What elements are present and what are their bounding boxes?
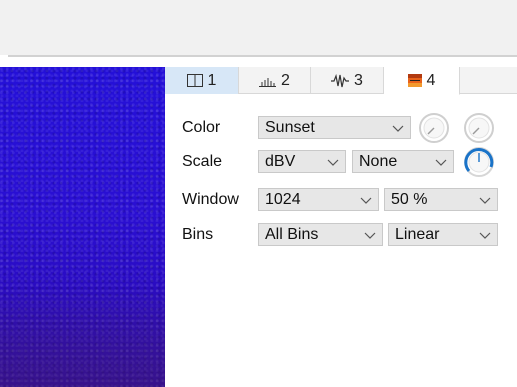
chevron-down-icon — [327, 159, 339, 166]
settings-panel: 1 2 3 4 Color Sunset Scale dBV None Wind… — [165, 67, 517, 387]
chevron-down-icon — [360, 197, 372, 204]
chevron-down-icon — [392, 125, 404, 132]
top-toolbar-area — [0, 0, 517, 55]
window-label: Window — [182, 191, 239, 208]
bins-select[interactable]: All Bins — [258, 223, 383, 246]
scale-extra-select-value: None — [359, 153, 398, 170]
spectrogram-icon — [407, 74, 422, 87]
scale-select[interactable]: dBV — [258, 150, 346, 173]
tab-1-label: 1 — [207, 71, 217, 89]
spectrogram-view[interactable] — [0, 67, 165, 387]
tab-strip: 1 2 3 4 — [165, 67, 517, 95]
color-label: Color — [182, 119, 221, 136]
chevron-down-icon — [479, 232, 491, 239]
bins-mode-select-value: Linear — [395, 226, 440, 243]
tab-3[interactable]: 3 — [311, 67, 384, 94]
toolbar-divider — [8, 55, 517, 57]
waveform-icon — [331, 73, 350, 87]
tab-3-label: 3 — [354, 71, 363, 89]
panel-split-icon — [186, 74, 203, 87]
chevron-down-icon — [364, 232, 376, 239]
chevron-down-icon — [479, 197, 491, 204]
color-select-value: Sunset — [265, 119, 315, 136]
bins-mode-select[interactable]: Linear — [388, 223, 498, 246]
tab-2-label: 2 — [281, 71, 290, 89]
color-range-knob[interactable] — [417, 111, 451, 145]
tab-4-label: 4 — [426, 71, 436, 89]
scale-select-value: dBV — [265, 153, 296, 170]
window-select-value: 1024 — [265, 191, 301, 208]
bar-spectrum-icon — [259, 78, 277, 87]
color-select[interactable]: Sunset — [258, 116, 411, 139]
tab-2[interactable]: 2 — [239, 67, 311, 94]
overlap-select-value: 50 % — [391, 191, 428, 208]
color-offset-knob[interactable] — [462, 111, 496, 145]
bins-label: Bins — [182, 226, 214, 243]
chevron-down-icon — [435, 159, 447, 166]
overlap-select[interactable]: 50 % — [384, 188, 498, 211]
scale-label: Scale — [182, 153, 223, 170]
tab-4[interactable]: 4 — [384, 67, 460, 95]
scale-knob[interactable] — [462, 145, 496, 179]
window-select[interactable]: 1024 — [258, 188, 379, 211]
bins-select-value: All Bins — [265, 226, 319, 243]
spectrogram-low-band — [0, 277, 165, 387]
scale-extra-select[interactable]: None — [352, 150, 454, 173]
tab-1[interactable]: 1 — [165, 67, 239, 94]
